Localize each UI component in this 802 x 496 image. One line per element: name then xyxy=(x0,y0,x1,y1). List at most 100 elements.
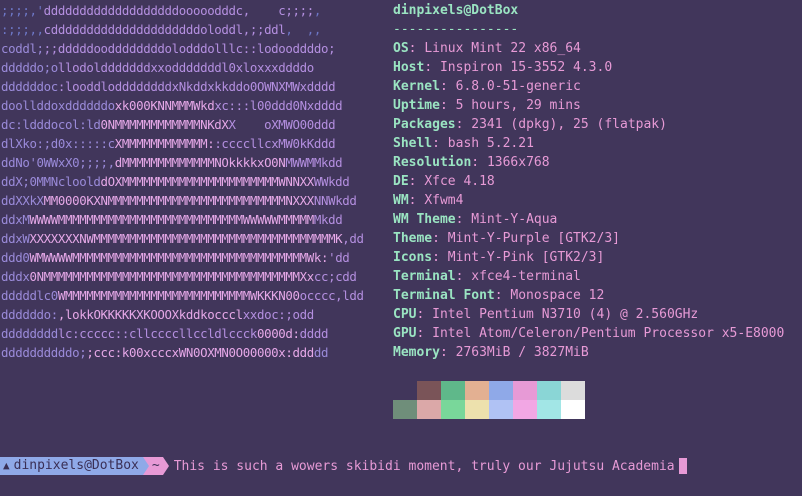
info-value: 6.8.0-51-generic xyxy=(455,79,581,94)
info-row: Icons: Mint-Y-Pink [GTK2/3] xyxy=(393,248,784,267)
ascii-logo-run: ddxW xyxy=(1,231,30,246)
palette-swatch xyxy=(489,400,513,419)
ascii-logo-run: cc;cdd xyxy=(313,269,357,284)
info-value: Mint-Y-Purple [GTK2/3] xyxy=(447,231,620,246)
ascii-logo-line: ddddddoc:looddloddddddddxNkddxkkddo0OWNX… xyxy=(1,77,364,96)
info-colon: : xyxy=(471,155,487,170)
info-value: xfce4-terminal xyxy=(471,269,581,284)
info-row: OS: Linux Mint 22 x86_64 xyxy=(393,39,784,58)
info-key: GPU xyxy=(393,326,417,341)
text-cursor xyxy=(678,458,687,474)
info-colon: : xyxy=(455,212,472,227)
ascii-logo-run: dddddo;o xyxy=(1,60,58,75)
info-value: Intel Pentium N3710 (4) @ 2.560GHz xyxy=(432,307,699,322)
info-key: OS xyxy=(393,41,409,56)
ascii-logo-line: ddddddo:,lokkOKKKKKXKOOOXkddkoccclxxdoc:… xyxy=(1,305,364,324)
ascii-logo-run: 'dd xyxy=(328,250,350,265)
info-row: WM Theme: Mint-Y-Aqua xyxy=(393,210,784,229)
palette-swatch xyxy=(489,381,513,400)
info-row: Shell: bash 5.2.21 xyxy=(393,134,784,153)
prompt-user-segment: ▲ dinpixels@DotBox xyxy=(0,457,143,475)
ascii-logo-run: WWkdd xyxy=(313,174,350,189)
ascii-logo-line: ddxMWWWWMMMMMMMMMMMMMMMMMMMMMMMMMMWWWWWM… xyxy=(1,210,364,229)
ascii-logo-run: dlXko:;d0x:::::c xyxy=(1,136,115,151)
ascii-logo-run: coddl; xyxy=(1,41,44,56)
ascii-logo-run: XMMMMMMMMMMMM: xyxy=(114,136,215,151)
ascii-logo-line: dddx0NMMMMMMMMMMMMMMMMMMMMMMMMMMMMMMMMMM… xyxy=(1,267,364,286)
ascii-logo-run: xk000KNNMMMWkd xyxy=(114,98,215,113)
shell-prompt[interactable]: ▲ dinpixels@DotBox ~ This is such a wowe… xyxy=(0,456,687,476)
info-key: Shell xyxy=(393,136,433,151)
info-row: Kernel: 6.8.0-51-generic xyxy=(393,77,784,96)
ascii-logo-run: ddXXkX xyxy=(1,193,44,208)
ascii-logo-line: ddNo'0WWxX0;;;;,dMMMMMMMMMMMMMNOkkkkxO0N… xyxy=(1,153,364,172)
info-value: Intel Atom/Celeron/Pentium Processor x5-… xyxy=(432,326,785,341)
info-colon: : xyxy=(432,231,448,246)
ascii-logo-line: :;;;,,cdddddddddddddddddddddoloddl,;;ddl… xyxy=(1,20,364,39)
palette-row-normal xyxy=(393,381,585,400)
info-colon: : xyxy=(424,60,440,75)
info-key: Uptime xyxy=(393,98,440,113)
info-colon: : xyxy=(432,250,448,265)
ascii-logo-run: 0NMMMMMMMMMMMMMMMMMMMMMMMMMMMMMMMMMMMMXx xyxy=(29,269,314,284)
ascii-logo-run: cdddddddddddddddddddddoloddl,;;ddl xyxy=(43,22,286,37)
ascii-logo-run: xxdoc:;odd xyxy=(242,307,314,322)
info-row: Resolution: 1366x768 xyxy=(393,153,784,172)
palette-swatch xyxy=(537,381,561,400)
ascii-logo-run: NNWkdd xyxy=(313,193,357,208)
info-key: CPU xyxy=(393,307,417,322)
palette-swatch xyxy=(417,400,441,419)
info-rows: OS: Linux Mint 22 x86_64 Host: Inspiron 1… xyxy=(393,39,784,362)
info-row: Terminal Font: Monospace 12 xyxy=(393,286,784,305)
ascii-logo-run: dddddddd xyxy=(1,326,58,341)
info-row: Memory: 2763MiB / 3827MiB xyxy=(393,343,784,362)
info-key: Resolution xyxy=(393,155,472,170)
ascii-logo-run: doollddoxddddddo xyxy=(1,98,115,113)
palette-swatch xyxy=(441,400,465,419)
ascii-logo-run: , ,, xyxy=(285,22,321,37)
ascii-logo-run: X oXMWO00ddd xyxy=(228,117,336,132)
info-key: Terminal xyxy=(393,269,456,284)
ascii-logo-line: ddd0WMWWWWMMMMMMMMMMMMMMMMMMMMMMMMMMMMMM… xyxy=(1,248,364,267)
info-key: Theme xyxy=(393,231,433,246)
info-value: 2763MiB / 3827MiB xyxy=(455,345,589,360)
ascii-logo-run: ddX;0MMNcloold xyxy=(1,174,101,189)
info-colon: : xyxy=(408,193,425,208)
ascii-logo-run: ddxM xyxy=(1,212,30,227)
command-input[interactable]: This is such a wowers skibidi moment, tr… xyxy=(174,459,675,474)
palette-swatch xyxy=(513,400,537,419)
info-colon: : xyxy=(416,307,433,322)
ascii-logo: ;;;;,'dddddddddddddddddddooooodddc, c;;;… xyxy=(1,1,364,362)
info-value: Xfwm4 xyxy=(424,193,464,208)
info-value: 1366x768 xyxy=(486,155,550,170)
info-colon: : xyxy=(416,326,433,341)
info-row: GPU: Intel Atom/Celeron/Pentium Processo… xyxy=(393,324,784,343)
ascii-logo-run: ;ccc:k00xcccxWN0OXMN0O00000x:ddd xyxy=(86,345,314,360)
ascii-logo-run: ;;;;,' xyxy=(1,3,44,18)
ascii-logo-run: dOXMMMMMMMMMMMMMMMMMMMMMMWNNXX xyxy=(100,174,315,189)
ascii-logo-line: dddddlc0WMMMMMMMMMMMMMMMMMMMMMMMMMMWKKKN… xyxy=(1,286,364,305)
ascii-logo-run: 0NMMMMMMMMMMMMNKdX xyxy=(100,117,229,132)
info-colon: : xyxy=(439,98,456,113)
info-key: Host xyxy=(393,60,425,75)
info-key: Icons xyxy=(393,250,433,265)
info-key: WM Theme xyxy=(393,212,456,227)
info-value: Mint-Y-Pink [GTK2/3] xyxy=(447,250,605,265)
ascii-logo-line: ddxWXXXXXXXNWMMMMMMMMMMMMMMMMMMMMMMMMMMM… xyxy=(1,229,364,248)
info-row: WM: Xfwm4 xyxy=(393,191,784,210)
ascii-logo-line: doollddoxddddddoxk000KNNMMMWkdxc:::l00dd… xyxy=(1,96,364,115)
ascii-logo-run: ;;dddddooddddddddolodddolllc::lodooddddo… xyxy=(43,41,336,56)
info-value: Mint-Y-Aqua xyxy=(471,212,558,227)
palette-swatch xyxy=(513,381,537,400)
prompt-end-arrow-icon xyxy=(162,457,169,475)
terminal-window[interactable]: ;;;;,'dddddddddddddddddddooooodddc, c;;;… xyxy=(0,0,802,496)
info-value: bash 5.2.21 xyxy=(447,136,534,151)
ascii-logo-run: occcc,ldd xyxy=(299,288,364,303)
info-colon: : xyxy=(408,41,425,56)
ascii-logo-run: XXXXXXXNWMMMMMMMMMMMMMMMMMMMMMMMMMMMMMMM… xyxy=(29,231,343,246)
linux-mint-logo-icon: ▲ xyxy=(3,459,10,472)
ascii-logo-run: llodoldddddddxxodddddddl0xloxxxddddo xyxy=(57,60,314,75)
ascii-logo-run: , xyxy=(313,3,321,18)
info-colon: : xyxy=(494,288,511,303)
ascii-logo-run: 0000d: xyxy=(256,326,300,341)
